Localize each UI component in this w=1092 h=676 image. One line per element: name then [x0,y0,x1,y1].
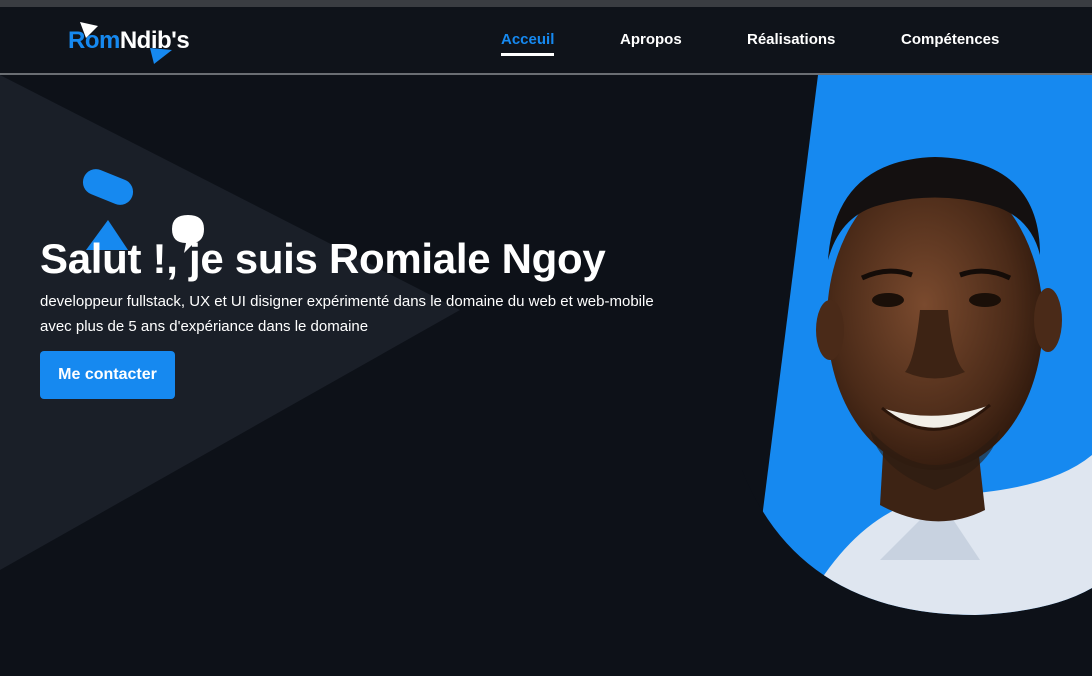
nav-item-competences[interactable]: Compétences [901,31,999,48]
hero-title: Salut !, je suis Romiale Ngoy [40,235,606,282]
page: RomNdib's Acceuil Apropos Réalisations C… [0,0,1092,676]
nav-item-label: Réalisations [747,31,836,48]
nav-item-label: Apropos [620,31,682,48]
active-nav-underline [501,53,555,56]
pill-shape [82,169,134,205]
nav-item-label: Acceuil [501,31,555,48]
hero-subtitle-line1: developpeur fullstack, UX et UI disigner… [40,293,654,310]
nav-item-realisations[interactable]: Réalisations [747,31,835,48]
hero-subtitle-line2: avec plus de 5 ans d'expériance dans le … [40,318,369,335]
nav-item-label: Compétences [901,31,1000,48]
hero-subtitle: developpeur fullstack, UX et UI disigner… [40,289,740,339]
nav-item-apropos[interactable]: Apropos [620,31,682,48]
nav-item-acceuil[interactable]: Acceuil [501,31,555,56]
main-nav: Acceuil Apropos Réalisations Compétences [0,31,1092,61]
navbar: RomNdib's Acceuil Apropos Réalisations C… [0,7,1092,75]
contact-button[interactable]: Me contacter [40,351,175,399]
hero-text-block: Salut !, je suis Romiale Ngoy developpeu… [40,233,740,339]
